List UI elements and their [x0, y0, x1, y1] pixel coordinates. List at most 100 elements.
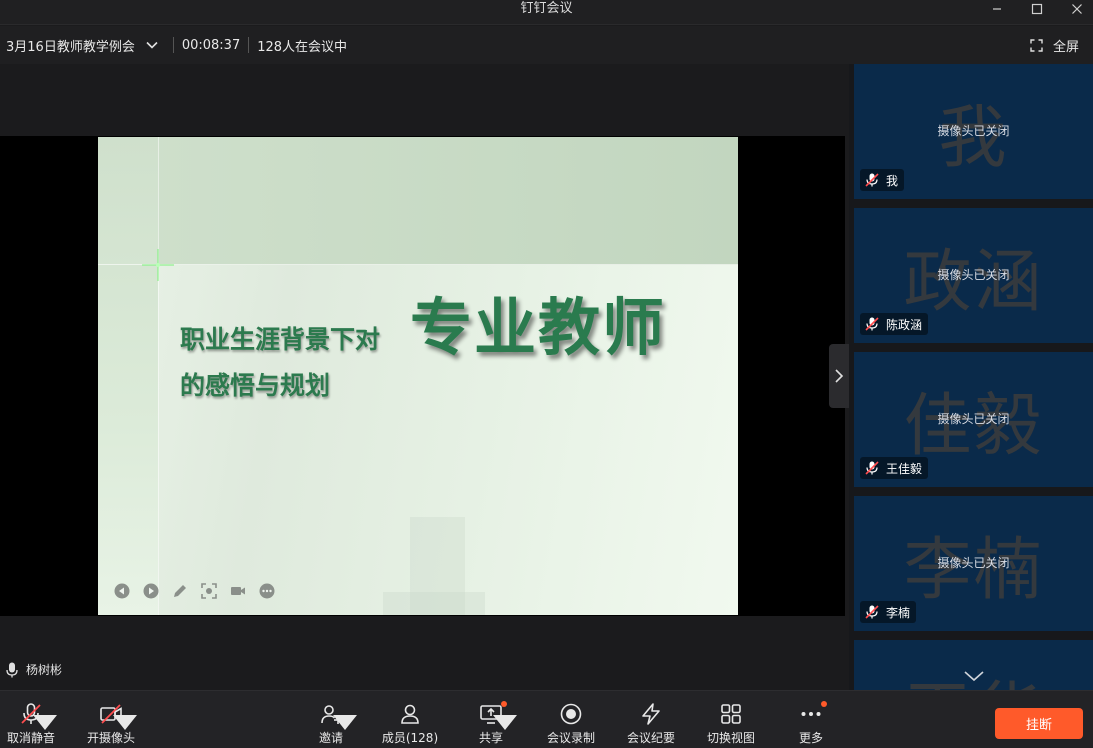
active-speaker-name: 杨树彬	[26, 663, 63, 677]
more-button[interactable]: 更多	[797, 691, 827, 748]
meeting-minutes-button[interactable]: 会议纪要	[626, 691, 676, 748]
camera-off-status: 摄像头已关闭	[937, 124, 1010, 138]
stage-top-area	[0, 64, 845, 136]
participant-nametag: 我	[860, 169, 905, 191]
camera-icon	[231, 587, 245, 595]
meeting-info-bar: 3月16日教师教学例会 00:08:37 128人在会议中 全屏	[0, 26, 1093, 64]
close-icon	[1072, 4, 1082, 14]
lightning-icon	[642, 703, 660, 725]
record-icon	[560, 703, 582, 725]
microphone-icon	[6, 662, 18, 677]
pen-button[interactable]	[172, 583, 188, 599]
caret-down-icon[interactable]	[333, 709, 357, 733]
screenshot-button[interactable]	[201, 583, 217, 599]
maximize-icon	[1031, 3, 1043, 15]
slide-left-band	[98, 137, 158, 615]
participant-tile[interactable]: 李楠 摄像头已关闭 李楠	[854, 496, 1093, 631]
participant-nametag: 李楠	[860, 601, 917, 623]
slide-decoration	[383, 592, 485, 615]
muted-mic-icon	[865, 461, 879, 475]
participant-tile[interactable]: 佳毅 摄像头已关闭 王佳毅	[854, 352, 1093, 487]
muted-mic-icon	[865, 173, 879, 187]
grid-view-icon	[721, 704, 741, 724]
notification-dot	[821, 701, 827, 707]
participant-name: 我	[886, 173, 899, 188]
more-icon	[801, 712, 821, 716]
prev-slide-icon	[114, 583, 130, 599]
chevron-right-icon	[835, 369, 844, 383]
stage-bottom-area	[0, 616, 845, 690]
camera-button[interactable]	[230, 583, 246, 599]
participant-nametag: 陈政涵	[860, 313, 929, 335]
caret-down-icon[interactable]	[33, 709, 57, 733]
slide-main-title: 专业教师	[410, 291, 667, 364]
slide-divider-vertical	[158, 137, 159, 615]
prev-slide-button[interactable]	[114, 583, 130, 599]
participant-name: 陈政涵	[886, 317, 923, 332]
sparkle-icon	[142, 249, 174, 281]
share-button[interactable]: 共享	[478, 691, 517, 748]
meeting-title: 3月16日教师教学例会	[6, 39, 135, 55]
muted-mic-icon	[865, 317, 879, 331]
invite-button[interactable]: 邀请	[316, 691, 357, 748]
meeting-minutes-label: 会议纪要	[626, 731, 675, 745]
hang-up-button[interactable]: 挂断	[995, 708, 1083, 739]
camera-off-status: 摄像头已关闭	[937, 556, 1010, 570]
next-slide-icon	[143, 583, 159, 599]
more-label: 更多	[798, 731, 823, 745]
switch-view-button[interactable]: 切换视图	[706, 691, 756, 748]
slide-subtitle-line2: 的感悟与规划	[180, 371, 331, 400]
meeting-info-dropdown[interactable]	[145, 38, 159, 52]
close-button[interactable]	[1057, 0, 1093, 18]
slide-controls	[114, 583, 275, 599]
slide-more-button[interactable]	[259, 583, 275, 599]
participant-tile[interactable]: 我 摄像头已关闭 我	[854, 64, 1093, 199]
collapse-sidebar-button[interactable]	[829, 344, 849, 408]
slide-top-band	[98, 137, 738, 265]
members-button[interactable]: 成员(128)	[381, 691, 439, 748]
members-icon	[401, 704, 419, 724]
next-slide-button[interactable]	[143, 583, 159, 599]
camera-off-status: 摄像头已关闭	[937, 268, 1010, 282]
minimize-icon	[993, 8, 1001, 10]
participant-tile[interactable]: 政涵 摄像头已关闭 陈政涵	[854, 208, 1093, 343]
screenshot-icon	[201, 583, 217, 599]
shared-slide[interactable]: 职业生涯背景下对 的感悟与规划 专业教师	[98, 137, 738, 615]
participant-name: 王佳毅	[886, 461, 923, 476]
divider	[248, 37, 250, 53]
chevron-down-icon	[146, 41, 158, 49]
fullscreen-icon	[1030, 38, 1043, 52]
record-button[interactable]: 会议录制	[546, 691, 596, 748]
participant-sidebar[interactable]: 我 摄像头已关闭 我 政涵 摄像头已关闭 陈政涵 佳毅 摄像头已关闭 王佳毅 李…	[849, 64, 1093, 690]
chevron-down-icon	[964, 671, 984, 682]
active-speaker: 杨树彬	[6, 661, 62, 678]
slide-divider-horizontal	[98, 264, 738, 265]
more-icon	[259, 583, 275, 599]
slide-subtitle: 职业生涯背景下对 的感悟与规划	[180, 317, 420, 409]
title-bar: 钉钉会议	[0, 0, 1093, 25]
maximize-button[interactable]	[1017, 0, 1057, 18]
start-camera-button[interactable]: 开摄像头	[84, 691, 138, 748]
minimize-button[interactable]	[977, 0, 1017, 18]
unmute-button[interactable]: 取消静音	[4, 691, 58, 748]
elapsed-time: 00:08:37	[181, 37, 241, 53]
record-label: 会议录制	[546, 731, 595, 745]
fullscreen-label: 全屏	[1052, 39, 1079, 55]
caret-down-icon[interactable]	[493, 709, 517, 733]
meeting-toolbar: 取消静音 开摄像头 邀请 成员(128) 共享 会议录制 会议纪要 切换视图 更…	[0, 690, 1093, 748]
fullscreen-button[interactable]: 全屏	[1030, 26, 1079, 64]
pen-icon	[174, 585, 186, 597]
participant-nametag: 王佳毅	[860, 457, 929, 479]
caret-down-icon[interactable]	[113, 709, 137, 733]
switch-view-label: 切换视图	[706, 731, 755, 745]
scroll-down-button[interactable]	[963, 668, 985, 684]
participant-name: 李楠	[886, 605, 911, 620]
divider	[172, 37, 174, 53]
muted-mic-icon	[865, 605, 879, 619]
members-label: 成员(128)	[381, 731, 439, 745]
camera-off-status: 摄像头已关闭	[937, 412, 1010, 426]
window-title: 钉钉会议	[520, 1, 573, 16]
attendee-count[interactable]: 128人在会议中	[257, 36, 347, 55]
notification-dot	[501, 701, 507, 707]
slide-subtitle-line1: 职业生涯背景下对	[180, 325, 381, 354]
